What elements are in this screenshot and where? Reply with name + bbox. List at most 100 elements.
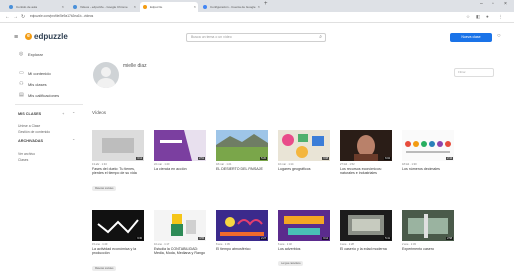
video-card[interactable]: 4:55 10 ene · 1:17 Estudia la CONTABILID… xyxy=(154,210,206,256)
video-thumbnail[interactable]: 5:20 xyxy=(216,130,268,161)
video-thumbnail[interactable]: 2:27 xyxy=(216,210,268,241)
video-meta: 18 feb · 1:30 xyxy=(402,163,417,166)
sidebar-subitem[interactable]: Gestión de contenido xyxy=(18,130,50,134)
close-icon[interactable]: × xyxy=(258,4,260,9)
sidebar-subitem[interactable]: Clases xyxy=(18,158,28,162)
video-card[interactable]: 6:02 27 feb · 1:52 Los recursos económic… xyxy=(340,130,392,176)
video-card[interactable]: 2:44 18 feb · 1:30 Los números decimales xyxy=(402,130,454,171)
video-card[interactable]: 2:51 22 mar · 1:40 La ciencia en acción xyxy=(154,130,206,171)
video-title[interactable]: Estudia la CONTABILIDAD: Media, Moda, Me… xyxy=(154,247,206,256)
video-thumbnail[interactable]: 4:12 xyxy=(92,130,144,161)
video-title[interactable]: El caserío y la edad moderna xyxy=(340,247,392,251)
duration-badge: 5:41 xyxy=(384,237,391,240)
video-meta: 10 mar · 1:14 xyxy=(278,163,294,166)
new-class-button[interactable]: Nueva clase xyxy=(450,33,492,42)
search-input[interactable]: Busca un tema o un vídeo ⌕ xyxy=(186,33,326,42)
maximize-icon[interactable]: ▫ xyxy=(492,1,494,7)
menu-icon[interactable]: ⋮ xyxy=(498,14,503,20)
video-title[interactable]: Los números decimales xyxy=(402,167,454,171)
back-icon[interactable]: ← xyxy=(5,14,10,20)
sidebar-divider xyxy=(15,104,83,105)
video-title[interactable]: Los recursos económicos: naturales e ind… xyxy=(340,167,392,176)
reload-icon[interactable]: ↻ xyxy=(21,14,25,20)
sidebar-item-classes[interactable]: Mis clases xyxy=(28,82,47,87)
video-title[interactable]: EL DESIERTO DEL PAISAJE xyxy=(216,167,268,171)
video-card[interactable]: 2:27 8 ene · 1:45 El tiempo atmosférico xyxy=(216,210,268,251)
video-title[interactable]: La ciencia en acción xyxy=(154,167,206,171)
video-thumbnail[interactable]: 4:55 xyxy=(154,210,206,241)
video-title[interactable]: Los adverbios xyxy=(278,247,330,251)
browser-tab-active[interactable]: Edpuzzle × xyxy=(140,2,198,12)
video-meta: 27 feb · 1:52 xyxy=(340,163,355,166)
browser-tab[interactable]: Contido de aula × xyxy=(6,2,66,12)
search-icon[interactable]: ⌕ xyxy=(319,34,322,41)
video-title[interactable]: Lugares geográficos xyxy=(278,167,330,171)
bookmark-icon[interactable]: ☆ xyxy=(466,14,470,20)
sidebar-subitem[interactable]: Unirse a Clase xyxy=(18,124,40,128)
video-title[interactable]: Experimento casero xyxy=(402,247,454,251)
video-card[interactable]: 2:58 2 ene · 1:33 Experimento casero xyxy=(402,210,454,251)
video-card[interactable]: 5:20 18 mar · 1:21 EL DESIERTO DEL PAISA… xyxy=(216,130,268,171)
tab-label: Contido de aula xyxy=(16,5,38,9)
hamburger-icon[interactable]: ≡ xyxy=(14,34,18,41)
notifications-icon[interactable]: ○ xyxy=(497,33,501,39)
sidebar-item-explore[interactable]: Explorar xyxy=(28,52,43,57)
video-icon: ▭ xyxy=(19,70,24,76)
close-icon[interactable]: × xyxy=(134,4,136,9)
browser-tabbar: Contido de aula × Videos - edpuzzle - Go… xyxy=(0,0,514,12)
extension-icon[interactable]: ◧ xyxy=(476,14,480,20)
video-thumbnail[interactable]: 3:12 xyxy=(278,210,330,241)
video-meta: 22 mar · 1:40 xyxy=(154,163,170,166)
video-thumbnail[interactable]: 3:30 xyxy=(92,210,144,241)
tab-favicon-icon xyxy=(203,5,207,9)
logo-icon[interactable]: e xyxy=(25,33,32,40)
sidebar-item-content[interactable]: Mi contenido xyxy=(28,71,51,76)
video-thumbnail[interactable]: 2:51 xyxy=(154,130,206,161)
avatar[interactable] xyxy=(93,62,119,88)
profile-icon[interactable]: ● xyxy=(486,14,489,19)
minimize-icon[interactable]: – xyxy=(480,1,483,7)
close-icon[interactable]: × xyxy=(194,4,196,9)
compass-icon: ◎ xyxy=(19,51,24,57)
video-thumbnail[interactable]: 5:41 xyxy=(340,210,392,241)
duration-badge: 2:44 xyxy=(446,157,453,160)
new-tab-icon[interactable]: + xyxy=(264,1,268,7)
video-thumbnail[interactable]: 2:58 xyxy=(402,210,454,241)
add-icon[interactable]: + xyxy=(62,111,64,116)
video-meta: 2 ene · 1:33 xyxy=(402,243,416,246)
tab-favicon-icon xyxy=(73,5,77,9)
chevron-up-icon[interactable]: ⌃ xyxy=(72,111,75,116)
forward-icon[interactable]: → xyxy=(13,14,18,20)
close-icon[interactable]: × xyxy=(62,4,64,9)
subject-tag: Materias sociales xyxy=(92,185,117,191)
video-meta: 13 abr · 1:43 xyxy=(92,163,107,166)
logo[interactable]: edpuzzle xyxy=(34,32,68,41)
sidebar-section-title: ARCHIVADAS xyxy=(18,139,44,143)
video-card[interactable]: 3:30 15 ene · 1:40 La actividad económic… xyxy=(92,210,144,274)
video-card[interactable]: 4:12 13 abr · 1:43 Fases del duelo: Tu t… xyxy=(92,130,144,194)
people-icon: ⚇ xyxy=(19,81,24,87)
filter-input[interactable]: Filtrar xyxy=(454,68,494,77)
video-card[interactable]: 3:12 6 ene · 1:32 Los adverbios Lengua c… xyxy=(278,210,330,269)
video-meta: 4 ene · 1:28 xyxy=(340,243,354,246)
browser-tab[interactable]: Videos - edpuzzle - Google Chrome × xyxy=(70,2,138,12)
video-thumbnail[interactable]: 3:08 xyxy=(278,130,330,161)
close-window-icon[interactable]: × xyxy=(504,1,507,7)
sidebar-subitem[interactable]: Ver archivo xyxy=(18,152,35,156)
sidebar-item-grades[interactable]: Mis calificaciones xyxy=(28,93,59,98)
chevron-up-icon[interactable]: ⌃ xyxy=(72,138,75,143)
tab-favicon-icon xyxy=(9,5,13,9)
video-thumbnail[interactable]: 6:02 xyxy=(340,130,392,161)
avatar-body-icon xyxy=(97,78,115,88)
browser-tab[interactable]: Configuración - Cuenta de Google × xyxy=(200,2,262,12)
url-field[interactable]: edpuzzle.com/profile/5e9a17b2ea1b...vide… xyxy=(30,14,93,18)
duration-badge: 5:20 xyxy=(260,157,267,160)
video-thumbnail[interactable]: 2:44 xyxy=(402,130,454,161)
video-title[interactable]: Fases del duelo: Tu tienes, pierdes el t… xyxy=(92,167,144,176)
video-title[interactable]: La actividad económica y la producción xyxy=(92,247,144,256)
video-card[interactable]: 3:08 10 mar · 1:14 Lugares geográficos xyxy=(278,130,330,171)
duration-badge: 2:51 xyxy=(198,157,205,160)
gradebook-icon: ▤ xyxy=(19,92,24,98)
video-title[interactable]: El tiempo atmosférico xyxy=(216,247,268,251)
video-card[interactable]: 5:41 4 ene · 1:28 El caserío y la edad m… xyxy=(340,210,392,251)
